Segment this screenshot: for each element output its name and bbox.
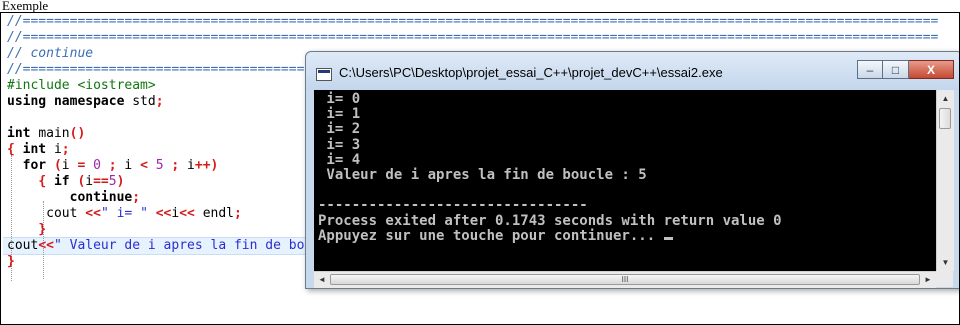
code-line: // continue bbox=[7, 46, 93, 62]
code-token: #include <iostream> bbox=[7, 78, 156, 93]
code-line: continue; bbox=[7, 190, 140, 206]
code-token: ; bbox=[132, 190, 141, 205]
code-token: () bbox=[69, 126, 86, 141]
code-token: i bbox=[61, 158, 78, 173]
code-line: { if (i==5) bbox=[7, 174, 124, 190]
caption: Exemple bbox=[0, 0, 49, 13]
vertical-scrollbar[interactable]: ▲ ▼ bbox=[936, 90, 954, 271]
code-token: ; bbox=[108, 158, 125, 173]
code-token: int bbox=[22, 142, 54, 157]
code-token: ; bbox=[155, 94, 164, 109]
code-token: 5 bbox=[155, 158, 172, 173]
code-line: } bbox=[7, 222, 46, 238]
console-output: i= 0 i= 1 i= 2 i= 3 i= 4 Valeur de i apr… bbox=[318, 91, 782, 244]
console-titlebar[interactable]: C:\Users\PC\Desktop\projet_essai_C++\pro… bbox=[306, 52, 959, 90]
code-line: for (i = 0 ; i < 5 ; i++) bbox=[7, 158, 219, 174]
code-line: using namespace std; bbox=[7, 94, 164, 110]
code-screenshot-frame: //======================================… bbox=[0, 12, 960, 325]
code-token: if bbox=[53, 174, 78, 189]
horizontal-scrollbar[interactable]: ◄ III ► bbox=[314, 271, 936, 288]
window-buttons: – □ X bbox=[857, 60, 954, 80]
code-line: { int i; bbox=[7, 142, 70, 158]
code-token: << bbox=[38, 238, 54, 253]
code-token: == bbox=[93, 174, 109, 189]
code-token: ( bbox=[53, 158, 62, 173]
code-line: #include <iostream> bbox=[7, 78, 156, 94]
code-token: " i= " bbox=[100, 206, 156, 221]
code-token: { bbox=[38, 174, 54, 189]
code-token: i bbox=[53, 142, 62, 157]
code-token: } bbox=[7, 254, 15, 269]
code-line: //======================================… bbox=[7, 30, 938, 46]
code-token: using namespace bbox=[7, 94, 133, 109]
code-token: < bbox=[140, 158, 156, 173]
code-token: cout bbox=[7, 238, 39, 253]
code-line: //======================================… bbox=[7, 14, 938, 30]
code-token: i bbox=[124, 158, 141, 173]
code-token: = bbox=[77, 158, 94, 173]
code-token: main bbox=[38, 126, 70, 141]
code-line: } bbox=[7, 254, 15, 270]
text-cursor bbox=[663, 236, 673, 240]
code-line: int main() bbox=[7, 126, 85, 142]
close-button[interactable]: X bbox=[909, 60, 954, 79]
code-token: ; bbox=[61, 142, 70, 157]
scroll-left-arrow-icon[interactable]: ◄ bbox=[314, 272, 330, 288]
console-title: C:\Users\PC\Desktop\projet_essai_C++\pro… bbox=[339, 65, 723, 80]
console-app-icon bbox=[316, 68, 332, 81]
scroll-up-arrow-icon[interactable]: ▲ bbox=[937, 90, 954, 107]
code-token: 5 bbox=[108, 174, 117, 189]
code-line: cout <<" i= " <<i<< endl; bbox=[7, 206, 242, 222]
code-token: i bbox=[85, 174, 94, 189]
code-token: std bbox=[132, 94, 156, 109]
code-token: ; bbox=[234, 206, 242, 221]
code-token: continue bbox=[69, 190, 133, 205]
code-token: i bbox=[187, 158, 195, 173]
code-token: ) bbox=[116, 174, 125, 189]
code-token: endl bbox=[202, 206, 235, 221]
code-token: << bbox=[179, 206, 203, 221]
maximize-button[interactable]: □ bbox=[883, 60, 909, 79]
scroll-right-arrow-icon[interactable]: ► bbox=[920, 272, 936, 288]
code-token: { bbox=[7, 142, 23, 157]
code-token: 0 bbox=[93, 158, 109, 173]
minimize-button[interactable]: – bbox=[857, 60, 883, 79]
resize-grip-icon[interactable] bbox=[936, 271, 953, 287]
console-output-text: i= 0 i= 1 i= 2 i= 3 i= 4 Valeur de i apr… bbox=[314, 90, 936, 244]
code-token: for bbox=[22, 158, 54, 173]
code-token: << bbox=[155, 206, 172, 221]
console-window[interactable]: C:\Users\PC\Desktop\projet_essai_C++\pro… bbox=[305, 51, 959, 289]
code-token: //======================================… bbox=[7, 30, 939, 45]
code-token: << bbox=[85, 206, 101, 221]
code-token: cout bbox=[7, 206, 86, 221]
horizontal-scroll-thumb[interactable]: III bbox=[330, 274, 920, 285]
code-token: //======================================… bbox=[7, 14, 939, 29]
vertical-scroll-thumb[interactable] bbox=[939, 108, 951, 129]
code-token: // continue bbox=[7, 46, 94, 61]
code-token: ; bbox=[171, 158, 188, 173]
code-token: ++) bbox=[194, 158, 219, 173]
scroll-down-arrow-icon[interactable]: ▼ bbox=[937, 254, 954, 271]
code-token: } bbox=[38, 222, 47, 237]
console-output-area[interactable]: i= 0 i= 1 i= 2 i= 3 i= 4 Valeur de i apr… bbox=[314, 90, 936, 271]
code-token: int bbox=[7, 126, 39, 141]
